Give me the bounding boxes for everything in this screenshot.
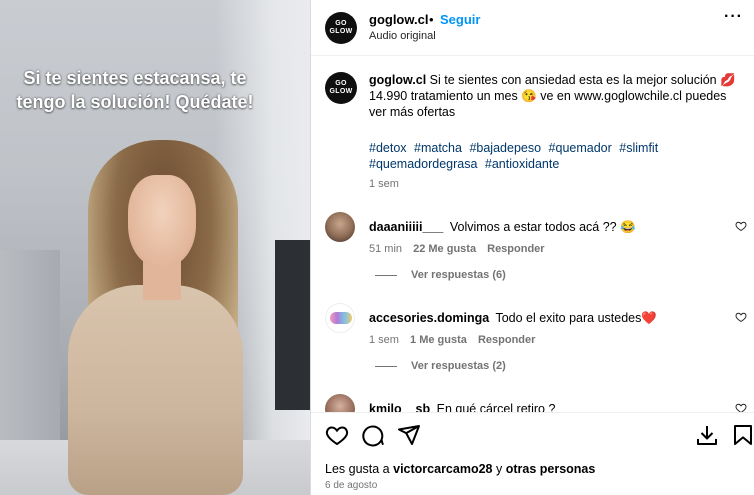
hashtag-link[interactable]: #antioxidante — [485, 157, 559, 171]
commenter-avatar[interactable] — [325, 212, 355, 242]
likes-joiner: y — [495, 462, 503, 476]
comment-likes[interactable]: 22 Me gusta — [413, 243, 476, 255]
view-replies-button[interactable]: Ver respuestas (2) — [375, 360, 506, 372]
caption-timestamp[interactable]: 1 sem — [369, 178, 399, 190]
hashtag-link[interactable]: #quemador — [549, 141, 612, 155]
video-overlay-line-1: Si te sientes estacansa, te — [23, 68, 247, 88]
caption-avatar[interactable]: GO GLOW — [325, 72, 357, 104]
comment-time[interactable]: 51 min — [369, 243, 402, 255]
reply-button[interactable]: Responder — [487, 243, 544, 255]
comment-username[interactable]: daaaniiiii___ — [369, 220, 443, 234]
post-actions: Les gusta a victorcarcamo28 y otras pers… — [311, 412, 754, 495]
video-person-body — [68, 285, 243, 495]
hashtag-link[interactable]: #slimfit — [619, 141, 658, 155]
video-tv — [275, 240, 310, 410]
video-overlay-line-2: tengo la solución! Quédate! — [16, 92, 254, 112]
likes-others[interactable]: otras personas — [506, 462, 596, 476]
hashtag-link[interactable]: #detox — [369, 141, 407, 155]
video-person-face — [128, 175, 196, 267]
view-replies-label: Ver respuestas (2) — [411, 360, 506, 372]
like-comment-icon[interactable] — [735, 220, 747, 232]
post-date[interactable]: 6 de agosto — [325, 480, 377, 491]
hashtag-link[interactable]: #quemadordegrasa — [369, 157, 477, 171]
post-video[interactable]: Si te sientes estacansa, te tengo la sol… — [0, 0, 310, 495]
likes-prefix: Les gusta a — [325, 462, 390, 476]
logo-text-glow: GLOW — [329, 28, 353, 35]
post-header: GO GLOW goglow.cl • Seguir Audio origina… — [311, 0, 754, 56]
follow-button[interactable]: Seguir — [440, 12, 480, 27]
comment-icon[interactable] — [361, 423, 385, 447]
like-icon[interactable] — [325, 423, 349, 447]
commenter-avatar[interactable] — [325, 303, 355, 333]
liker-username[interactable]: victorcarcamo28 — [393, 462, 492, 476]
share-icon[interactable] — [397, 423, 421, 447]
comment-body: Todo el exito para ustedes❤️ — [495, 311, 657, 325]
view-replies-label: Ver respuestas (6) — [411, 269, 506, 281]
likes-summary[interactable]: Les gusta a victorcarcamo28 y otras pers… — [325, 462, 595, 476]
caption-text: goglow.cl Si te sientes con ansiedad est… — [369, 72, 739, 120]
comment-text: daaaniiiii___ Volvimos a estar todos acá… — [369, 219, 719, 235]
reply-button[interactable]: Responder — [478, 334, 535, 346]
hashtag-link[interactable]: #bajadepeso — [469, 141, 541, 155]
video-overlay-text: Si te sientes estacansa, te tengo la sol… — [0, 66, 270, 114]
hashtag-link[interactable]: #matcha — [414, 141, 462, 155]
comment-time[interactable]: 1 sem — [369, 334, 399, 346]
logo-text-go: GO — [335, 80, 347, 87]
comment-likes[interactable]: 1 Me gusta — [410, 334, 467, 346]
audio-label[interactable]: Audio original — [369, 30, 436, 42]
like-comment-icon[interactable] — [735, 311, 747, 323]
caption-username[interactable]: goglow.cl — [369, 73, 426, 87]
download-icon[interactable] — [695, 423, 719, 447]
account-avatar[interactable]: GO GLOW — [325, 12, 357, 44]
comment-username[interactable]: accesories.dominga — [369, 311, 489, 325]
replies-divider — [375, 365, 397, 367]
header-separator: • — [429, 12, 434, 27]
comment-meta: 1 sem 1 Me gusta Responder — [369, 334, 543, 346]
more-options-icon[interactable]: ··· — [724, 8, 743, 26]
comment-meta: 51 min 22 Me gusta Responder — [369, 243, 553, 255]
save-bookmark-icon[interactable] — [731, 423, 754, 447]
logo-text-glow: GLOW — [329, 88, 353, 95]
view-replies-button[interactable]: Ver respuestas (6) — [375, 269, 506, 281]
comment-body: Volvimos a estar todos acá ?? 😂 — [449, 220, 636, 234]
logo-text-go: GO — [335, 20, 347, 27]
caption-hashtags: #detox #matcha #bajadepeso #quemador #sl… — [369, 140, 739, 172]
comment-text: accesories.dominga Todo el exito para us… — [369, 310, 719, 326]
account-username[interactable]: goglow.cl — [369, 12, 428, 27]
replies-divider — [375, 274, 397, 276]
post-side-panel: GO GLOW goglow.cl • Seguir Audio origina… — [310, 0, 754, 495]
